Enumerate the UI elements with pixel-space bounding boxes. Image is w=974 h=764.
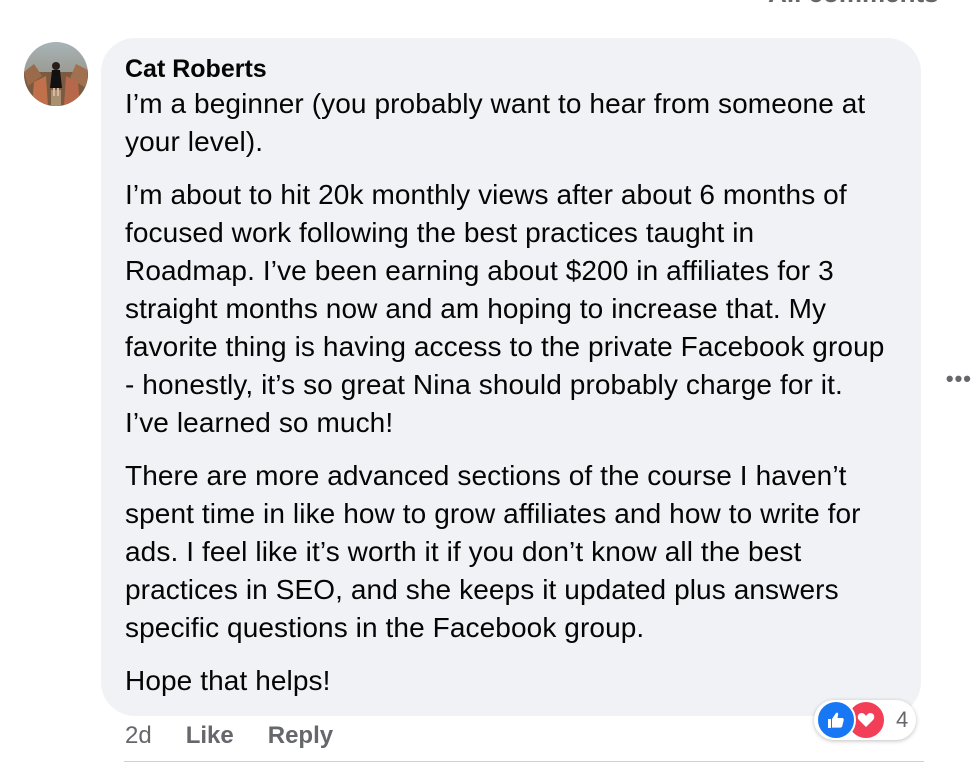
like-button[interactable]: Like xyxy=(186,722,234,750)
comment-paragraph: I’m a beginner (you probably want to hea… xyxy=(125,88,866,157)
comment-timestamp[interactable]: 2d xyxy=(125,722,152,750)
like-icon xyxy=(816,700,856,740)
reply-button[interactable]: Reply xyxy=(268,722,333,750)
comment-sort-toggle[interactable]: All comments ⌄ xyxy=(768,0,962,9)
comment-sort-label: All comments xyxy=(768,0,939,9)
comment-paragraph: Hope that helps! xyxy=(125,665,331,696)
comment-actions: 2d Like Reply xyxy=(125,722,367,750)
reactions-summary[interactable]: 4 xyxy=(814,700,917,740)
avatar[interactable] xyxy=(24,42,88,106)
avatar-photo xyxy=(24,42,88,106)
more-options-icon[interactable]: ••• xyxy=(946,366,972,392)
divider xyxy=(124,761,924,762)
comment-bubble: Cat Roberts I’m a beginner (you probably… xyxy=(101,38,921,716)
comment-paragraph: I’m about to hit 20k monthly views after… xyxy=(125,179,885,438)
comment-author[interactable]: Cat Roberts xyxy=(125,54,891,84)
chevron-down-icon: ⌄ xyxy=(949,0,962,4)
reaction-count: 4 xyxy=(896,707,909,732)
comment-paragraph: There are more advanced sections of the … xyxy=(125,460,861,643)
